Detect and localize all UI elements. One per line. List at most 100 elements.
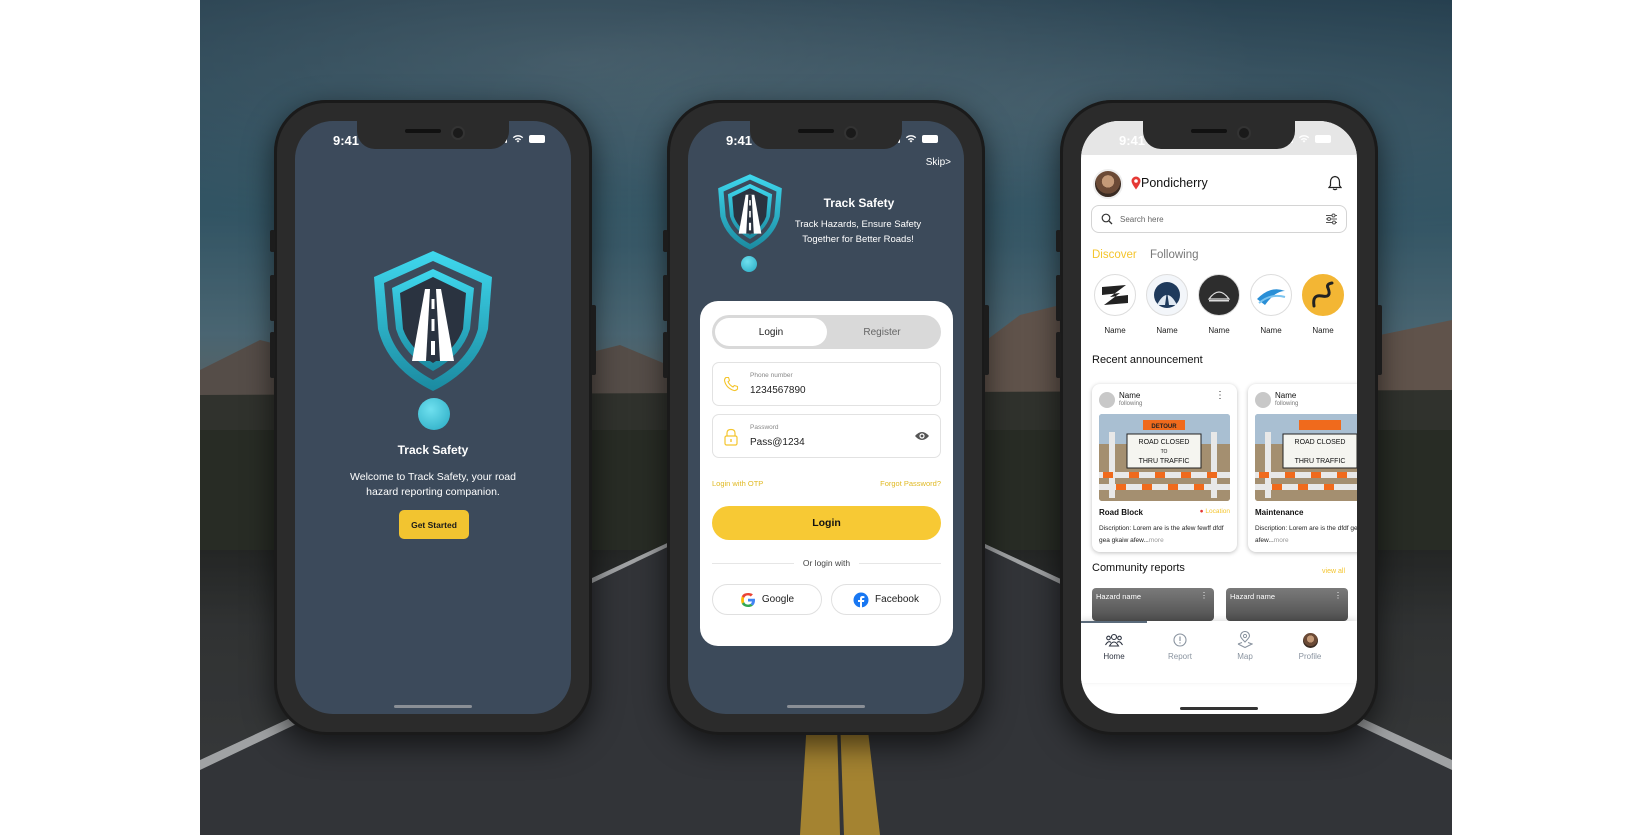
eye-icon[interactable] [914,430,930,442]
view-all-link[interactable]: view all [1322,568,1345,575]
sign-line-3: THRU TRAFFIC [1295,458,1346,465]
channel-logo-icon [1207,291,1231,302]
auth-tab-switch: Login Register [712,315,941,349]
skip-link[interactable]: Skip> [926,157,951,168]
channel-item[interactable]: Name [1193,274,1245,335]
channel-list: Name Name Name Name Name [1089,274,1357,344]
facebook-icon [853,592,869,608]
search-icon [1101,213,1113,225]
phone-icon [723,376,739,392]
login-screen: 9:41 Skip> Track Safety Track Hazards, E… [688,121,964,714]
forgot-password-link[interactable]: Forgot Password? [880,479,941,488]
status-time: 9:41 [726,133,753,148]
login-card: Login Register Phone number 1234567890 P… [700,301,953,646]
recent-announcement-title: Recent announcement [1092,354,1203,366]
home-indicator [787,705,865,708]
announcement-card[interactable]: Name following ⋮ DETOUR ROAD CLOSED TO T… [1092,384,1237,552]
home-indicator [1180,707,1258,710]
google-login-button[interactable]: Google [712,584,822,615]
more-options-icon[interactable]: ⋮ [1200,591,1208,600]
password-field[interactable]: Password Pass@1234 [712,414,941,458]
phone-field[interactable]: Phone number 1234567890 [712,362,941,406]
channel-name: Name [1312,326,1334,335]
status-time: 9:41 [1119,133,1146,148]
road-closed-photo: ROAD CLOSED THRU TRAFFIC [1255,414,1357,501]
alert-icon [1173,633,1187,647]
welcome-description: Welcome to Track Safety, your road hazar… [350,471,516,498]
tab-register[interactable]: Register [826,318,938,346]
sign-line-3: THRU TRAFFIC [1139,458,1190,465]
nav-map-label: Map [1237,652,1253,661]
channel-item[interactable]: Name [1245,274,1297,335]
login-links: Login with OTP Forgot Password? [712,479,941,488]
wifi-icon [512,135,524,143]
app-title: Track Safety [397,443,469,457]
login-otp-link[interactable]: Login with OTP [712,479,763,488]
password-value: Pass@1234 [750,437,805,448]
battery-icon [529,134,545,143]
phone-login: 9:41 Skip> Track Safety Track Hazards, E… [663,100,989,735]
follow-status: following [1119,401,1143,407]
tab-discover[interactable]: Discover [1092,249,1137,261]
hazard-report-card[interactable]: Hazard name ⋮ [1226,588,1348,621]
nav-report[interactable]: Report [1150,631,1210,661]
detour-sign-text: DETOUR [1151,424,1177,430]
avatar[interactable] [1093,169,1123,199]
community-reports-title: Community reports [1092,562,1185,574]
nav-map[interactable]: Map [1215,631,1275,661]
nav-profile[interactable]: Profile [1280,631,1340,661]
bottom-nav: Home Report Map Profile [1081,621,1357,683]
or-login-with: Or login with [712,558,941,568]
google-label: Google [761,594,795,605]
more-options-icon[interactable]: ⋮ [1334,591,1342,600]
more-link[interactable]: more [1274,537,1289,544]
poster-name: Name [1119,391,1141,400]
google-icon [740,592,755,607]
hazard-name: Hazard name [1230,592,1276,601]
channel-item[interactable]: Name [1141,274,1193,335]
phone-home: 9:41 Pondicherry Search here Discover Fo… [1056,100,1382,735]
track-safety-shield-logo [370,249,496,398]
poster-name: Name [1275,391,1297,400]
phone-value: 1234567890 [750,385,806,396]
login-button[interactable]: Login [712,506,941,540]
brand-dot [741,256,757,272]
phone-label: Phone number [750,372,793,379]
search-placeholder: Search here [1120,215,1164,224]
get-started-button[interactable]: Get Started [399,510,469,539]
announcement-description: Discription: Lorem are is the afew fewff… [1099,523,1233,547]
more-options-icon[interactable]: ⋮ [1215,391,1225,401]
sign-line-1: ROAD CLOSED [1295,439,1346,446]
nav-home[interactable]: Home [1084,631,1144,661]
track-safety-shield-logo [716,173,784,256]
announcement-title: Maintenance [1255,508,1304,517]
more-link[interactable]: more [1149,537,1164,544]
channel-name: Name [1156,326,1178,335]
app-tagline: Track Hazards, Ensure Safety Together fo… [794,219,922,245]
search-input[interactable]: Search here [1091,205,1347,233]
announcement-description: Discription: Lorem are is the dfdf gea g… [1255,523,1357,547]
announcement-location: ● Location [1199,508,1230,515]
hazard-report-card[interactable]: Hazard name ⋮ [1092,588,1214,621]
location-name[interactable]: Pondicherry [1141,176,1208,190]
nav-report-label: Report [1167,652,1192,661]
lock-icon [724,428,738,446]
follow-status: following [1275,401,1299,407]
filter-icon[interactable] [1325,213,1338,225]
announcement-card[interactable]: Name following ROAD CLOSED THRU TRAFFIC … [1248,384,1357,552]
welcome-screen: 9:41 Track Safety Welcome to Track Safet… [295,121,571,714]
bell-icon[interactable] [1328,175,1342,191]
tab-login[interactable]: Login [715,318,827,346]
channel-item[interactable]: Name [1089,274,1141,335]
facebook-label: Facebook [875,594,919,605]
sign-line-2: TO [1161,449,1168,455]
channel-item[interactable]: Name [1297,274,1349,335]
tab-following[interactable]: Following [1150,249,1199,261]
avatar [1255,392,1271,408]
road-closed-photo: DETOUR ROAD CLOSED TO THRU TRAFFIC [1099,414,1230,501]
description-text: Discription: Lorem are is the dfdf gea g… [1255,525,1357,544]
channel-logo-icon [1154,282,1180,308]
battery-icon [922,134,938,143]
facebook-login-button[interactable]: Facebook [831,584,941,615]
announcement-title: Road Block [1099,508,1144,517]
